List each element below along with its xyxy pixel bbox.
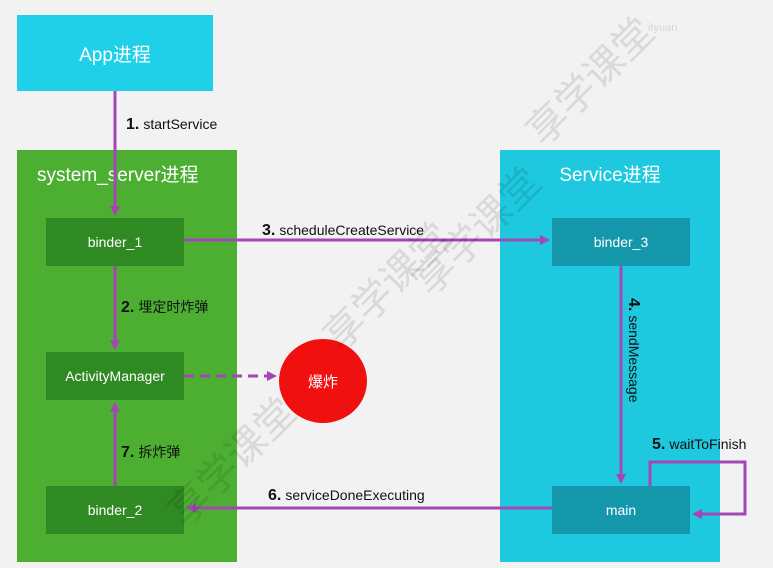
arrow-wait-to-finish (648, 460, 747, 519)
step-6-label: 6. serviceDoneExecuting (268, 487, 425, 504)
step-1-label: 1. startService (126, 116, 218, 133)
step-2-label: 2. 埋定时炸弹 (121, 299, 209, 316)
step-4-label: 4.sendMessage (625, 298, 642, 403)
step-7-label: 7. 拆炸弹 (121, 444, 181, 461)
step-5-label: 5. waitToFinish (652, 436, 747, 453)
step-3-label: 3. scheduleCreateService (262, 222, 425, 239)
watermark-small: ityuan (648, 22, 678, 34)
arrows-layer (110, 91, 747, 519)
